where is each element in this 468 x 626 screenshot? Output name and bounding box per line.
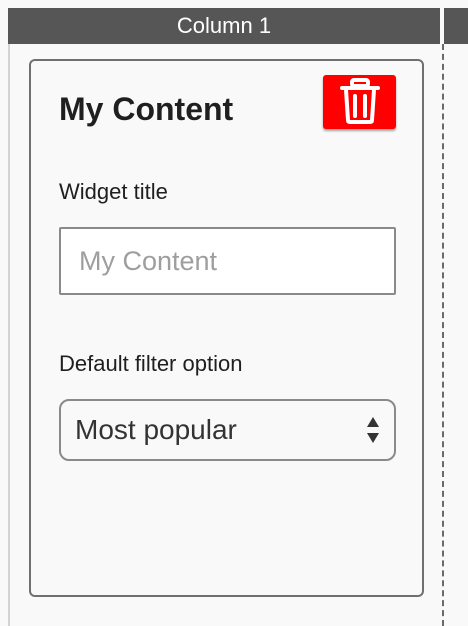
column-left-border: [8, 44, 10, 626]
delete-widget-button[interactable]: [323, 75, 396, 129]
widget-title: My Content: [59, 91, 234, 127]
next-column-header: [444, 8, 468, 44]
widget-card: My Content Widget title Default filter o…: [29, 59, 424, 597]
widget-title-input[interactable]: [59, 227, 396, 295]
column-header: Column 1: [8, 8, 440, 44]
select-arrows-icon: [366, 416, 380, 444]
default-filter-label: Default filter option: [59, 351, 243, 376]
default-filter-value: Most popular: [75, 414, 237, 445]
trash-icon: [339, 77, 380, 127]
page-canvas: Column 1 My Content Widget title Default…: [0, 0, 468, 626]
default-filter-select[interactable]: Most popular: [59, 399, 396, 461]
column-header-label: Column 1: [176, 13, 272, 38]
widget-title-label: Widget title: [59, 179, 168, 204]
column-right-divider: [442, 44, 444, 626]
